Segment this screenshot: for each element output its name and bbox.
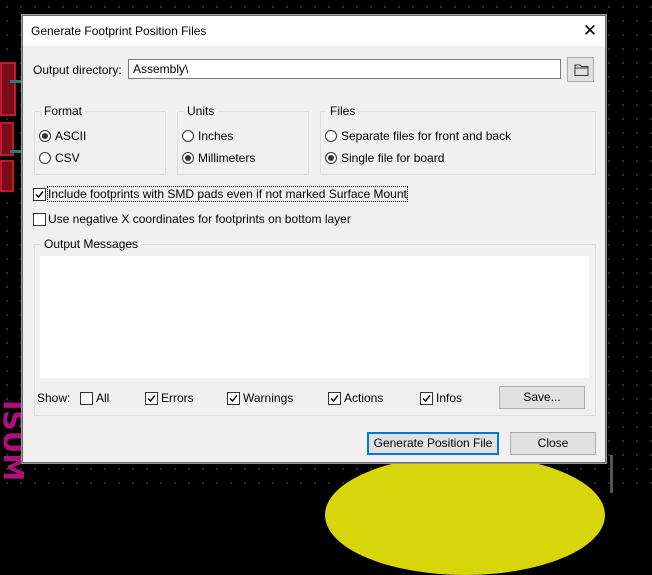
units-millimeters-label: Millimeters bbox=[198, 151, 256, 165]
files-separate-label: Separate files for front and back bbox=[341, 129, 512, 143]
dialog-title: Generate Footprint Position Files bbox=[31, 24, 207, 38]
output-messages-area[interactable] bbox=[40, 256, 589, 378]
title-bar: Generate Footprint Position Files ✕ bbox=[23, 16, 605, 46]
files-separate-radio[interactable] bbox=[325, 130, 337, 142]
filter-actions-checkbox[interactable] bbox=[328, 392, 341, 405]
checkmark-icon bbox=[35, 191, 44, 199]
pcb-trace bbox=[10, 80, 22, 83]
generate-position-file-button[interactable]: Generate Position File bbox=[367, 432, 499, 455]
format-ascii-radio[interactable] bbox=[39, 130, 51, 142]
include-smd-checkbox[interactable] bbox=[33, 188, 46, 201]
pcb-pad bbox=[0, 62, 16, 116]
save-messages-button[interactable]: Save... bbox=[499, 386, 585, 409]
files-single-label: Single file for board bbox=[341, 151, 445, 165]
pcb-zone bbox=[325, 455, 605, 575]
filter-infos-label: Infos bbox=[436, 391, 463, 405]
files-single-radio[interactable] bbox=[325, 152, 337, 164]
units-inches-label: Inches bbox=[198, 129, 234, 143]
format-csv-label: CSV bbox=[55, 151, 80, 165]
generate-position-files-dialog: Generate Footprint Position Files ✕ Outp… bbox=[22, 15, 606, 463]
filter-all-label: All bbox=[96, 391, 110, 405]
files-group-title: Files bbox=[327, 104, 359, 118]
filter-infos-checkbox[interactable] bbox=[420, 392, 433, 405]
units-group: Units bbox=[177, 104, 309, 175]
include-smd-label[interactable]: Include footprints with SMD pads even if… bbox=[47, 186, 408, 202]
format-group-title: Format bbox=[41, 104, 86, 118]
filter-errors-label: Errors bbox=[161, 391, 194, 405]
folder-icon bbox=[574, 64, 589, 76]
checkmark-icon bbox=[147, 395, 156, 403]
close-button[interactable]: Close bbox=[510, 432, 596, 455]
filter-all-checkbox[interactable] bbox=[80, 392, 93, 405]
output-messages-title: Output Messages bbox=[41, 237, 142, 251]
format-ascii-label: ASCII bbox=[55, 129, 87, 143]
format-group: Format bbox=[34, 104, 166, 175]
pcb-pad bbox=[0, 160, 14, 192]
show-label: Show: bbox=[37, 391, 71, 405]
browse-folder-button[interactable] bbox=[567, 57, 594, 82]
filter-warnings-label: Warnings bbox=[243, 391, 294, 405]
negative-x-checkbox[interactable] bbox=[33, 213, 46, 226]
pcb-trace bbox=[610, 455, 613, 493]
filter-errors-checkbox[interactable] bbox=[145, 392, 158, 405]
filter-warnings-checkbox[interactable] bbox=[227, 392, 240, 405]
units-inches-radio[interactable] bbox=[182, 130, 194, 142]
files-group: Files bbox=[320, 104, 596, 175]
output-directory-input[interactable]: Assembly\ bbox=[128, 59, 561, 79]
close-icon[interactable]: ✕ bbox=[575, 16, 605, 46]
checkmark-icon bbox=[330, 395, 339, 403]
checkmark-icon bbox=[422, 395, 431, 403]
negative-x-label[interactable]: Use negative X coordinates for footprint… bbox=[48, 212, 351, 226]
filter-actions-label: Actions bbox=[344, 391, 384, 405]
checkmark-icon bbox=[229, 395, 238, 403]
pcb-trace bbox=[10, 150, 22, 153]
format-csv-radio[interactable] bbox=[39, 152, 51, 164]
units-millimeters-radio[interactable] bbox=[182, 152, 194, 164]
output-directory-label: Output directory: bbox=[33, 63, 122, 77]
units-group-title: Units bbox=[184, 104, 218, 118]
